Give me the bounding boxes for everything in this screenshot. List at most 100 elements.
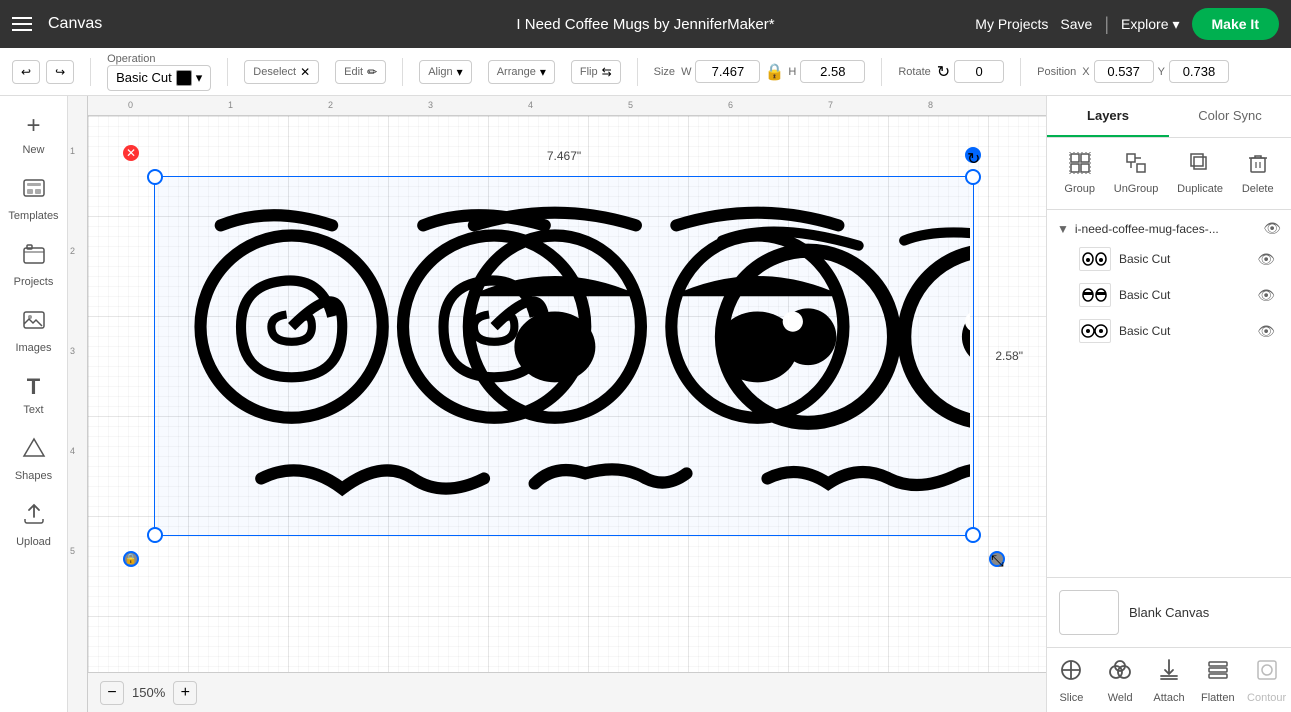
rotate-icon: ↻ (937, 62, 950, 82)
layer-name-1: Basic Cut (1119, 252, 1249, 266)
slice-button[interactable]: Slice (1047, 648, 1096, 712)
sidebar-item-projects[interactable]: Projects (4, 234, 64, 296)
sidebar-item-label-images: Images (15, 342, 51, 354)
align-button[interactable]: Align ▾ (419, 60, 472, 84)
edit-button[interactable]: Edit ✏ (335, 60, 386, 84)
sidebar-item-upload[interactable]: Upload (4, 494, 64, 556)
x-input[interactable] (1094, 60, 1154, 83)
layer-item-1[interactable]: Basic Cut 👁 (1055, 241, 1283, 277)
hamburger-menu[interactable] (12, 17, 32, 31)
attach-icon (1157, 658, 1181, 688)
dimension-width-label: 7.467" (547, 149, 581, 163)
layer-visibility-3[interactable]: 👁 (1257, 323, 1275, 340)
width-input[interactable] (695, 60, 760, 83)
ruler-left: 1 2 3 4 5 (68, 96, 88, 712)
group-visibility-toggle[interactable]: 👁 (1263, 220, 1281, 237)
flip-button[interactable]: Flip ⇆ (571, 60, 621, 84)
undo-button[interactable]: ↩ (12, 60, 40, 84)
attach-button[interactable]: Attach (1145, 648, 1194, 712)
canvas-bottom: − 150% + (88, 672, 1046, 712)
rotate-input[interactable] (954, 60, 1004, 83)
navbar: Canvas I Need Coffee Mugs by JenniferMak… (0, 0, 1291, 48)
layer-item-2[interactable]: Basic Cut 👁 (1055, 277, 1283, 313)
sidebar-item-images[interactable]: Images (4, 300, 64, 362)
contour-label: Contour (1247, 692, 1286, 704)
ungroup-button[interactable]: UnGroup (1106, 148, 1167, 199)
operation-select[interactable]: Basic Cut ▾ (107, 65, 211, 91)
duplicate-icon (1189, 152, 1211, 179)
group-button[interactable]: Group (1056, 148, 1103, 199)
zoom-out-button[interactable]: − (100, 681, 124, 705)
layer-name-3: Basic Cut (1119, 324, 1249, 338)
sidebar-item-shapes[interactable]: Shapes (4, 428, 64, 490)
canvas-area[interactable]: 0 1 2 3 4 5 6 7 8 1 2 3 4 5 7.467" 2.58" (68, 96, 1046, 712)
edit-icon: ✏ (367, 65, 377, 79)
make-it-button[interactable]: Make It (1192, 8, 1279, 40)
dimension-height-label: 2.58" (995, 349, 1023, 363)
slice-icon (1059, 658, 1083, 688)
sidebar-item-label-shapes: Shapes (15, 470, 52, 482)
zoom-in-button[interactable]: + (173, 681, 197, 705)
redo-button[interactable]: ↪ (46, 60, 74, 84)
tab-layers[interactable]: Layers (1047, 96, 1169, 137)
deselect-icon: ✕ (300, 65, 310, 79)
y-input[interactable] (1169, 60, 1229, 83)
contour-button[interactable]: Contour (1242, 648, 1291, 712)
divider-2 (227, 58, 228, 86)
layer-item-3[interactable]: Basic Cut 👁 (1055, 313, 1283, 349)
sidebar-item-new[interactable]: + New (4, 104, 64, 164)
layer-group-name: i-need-coffee-mug-faces-... (1075, 222, 1257, 236)
divider-5 (881, 58, 882, 86)
deselect-button[interactable]: Deselect ✕ (244, 60, 319, 84)
contour-icon (1255, 658, 1279, 688)
panel-tabs: Layers Color Sync (1047, 96, 1291, 138)
flatten-label: Flatten (1201, 692, 1235, 704)
arrange-button[interactable]: Arrange ▾ (488, 60, 555, 84)
color-swatch[interactable] (176, 70, 192, 86)
scale-handle[interactable]: ⤡ (989, 551, 1005, 567)
rotate-handle[interactable]: ↻ (965, 147, 981, 163)
size-input-group: W 🔒 H (681, 60, 865, 83)
group-icon (1069, 152, 1091, 179)
sidebar-item-label-text: Text (23, 404, 43, 416)
layers-section: ▼ i-need-coffee-mug-faces-... 👁 B (1047, 210, 1291, 577)
sidebar-item-templates[interactable]: Templates (4, 168, 64, 230)
height-input[interactable] (800, 60, 865, 83)
my-projects-link[interactable]: My Projects (975, 16, 1048, 32)
tab-color-sync[interactable]: Color Sync (1169, 96, 1291, 137)
sidebar-item-text[interactable]: T Text (4, 366, 64, 424)
duplicate-button[interactable]: Duplicate (1169, 148, 1231, 199)
lock-handle[interactable]: 🔒 (123, 551, 139, 567)
ruler-top: 0 1 2 3 4 5 6 7 8 (88, 96, 1046, 116)
right-panel: Layers Color Sync Group UnGroup (1046, 96, 1291, 712)
delete-label: Delete (1242, 183, 1274, 195)
attach-label: Attach (1153, 692, 1184, 704)
blank-canvas-preview (1059, 590, 1119, 635)
weld-button[interactable]: Weld (1096, 648, 1145, 712)
close-handle[interactable]: ✕ (123, 145, 139, 161)
panel-actions: Group UnGroup Duplicate Delete (1047, 138, 1291, 210)
group-label: Group (1064, 183, 1095, 195)
flatten-button[interactable]: Flatten (1193, 648, 1242, 712)
images-icon (22, 308, 46, 338)
divider-3 (402, 58, 403, 86)
new-icon: + (26, 112, 40, 140)
layer-visibility-1[interactable]: 👁 (1257, 251, 1275, 268)
weld-icon (1108, 658, 1132, 688)
position-group: Position X Y (1037, 60, 1229, 83)
slice-label: Slice (1059, 692, 1083, 704)
upload-icon (22, 502, 46, 532)
selection-box[interactable]: 7.467" 2.58" ✕ ↻ 🔒 ⤡ (154, 176, 974, 536)
layer-visibility-2[interactable]: 👁 (1257, 287, 1275, 304)
faces-svg (160, 182, 970, 532)
operation-group: Operation Basic Cut ▾ (107, 53, 211, 91)
delete-button[interactable]: Delete (1234, 148, 1282, 199)
flatten-icon (1206, 658, 1230, 688)
operation-label: Operation Basic Cut ▾ (107, 53, 211, 91)
layer-group-header[interactable]: ▼ i-need-coffee-mug-faces-... 👁 (1055, 216, 1283, 241)
zoom-level: 150% (132, 685, 165, 700)
align-icon: ▾ (457, 65, 463, 79)
save-link[interactable]: Save (1060, 16, 1092, 32)
shapes-icon (22, 436, 46, 466)
explore-button[interactable]: Explore ▾ (1121, 16, 1180, 33)
